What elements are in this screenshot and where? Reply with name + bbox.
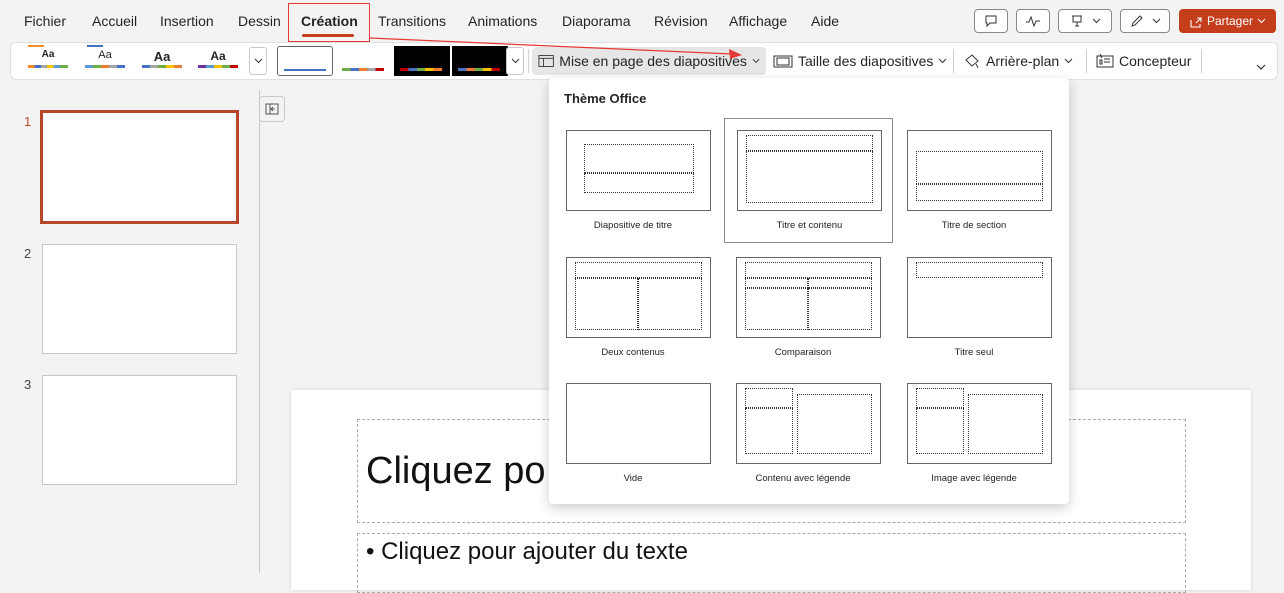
annotation-arrow <box>369 37 742 59</box>
